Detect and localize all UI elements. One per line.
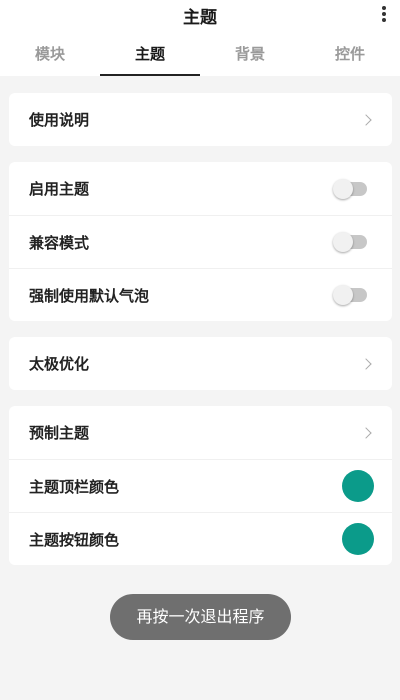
- topbar-color-label: 主题顶栏颜色: [29, 477, 120, 496]
- toggles-card: 启用主题 兼容模式 强制使用默认气泡: [9, 162, 392, 321]
- tab-modules[interactable]: 模块: [0, 30, 100, 76]
- topbar-color-swatch[interactable]: [342, 470, 374, 502]
- instructions-row[interactable]: 使用说明: [9, 93, 392, 146]
- taiji-optimize-row[interactable]: 太极优化: [9, 337, 392, 390]
- theme-card: 预制主题 主题顶栏颜色 主题按钮颜色: [9, 406, 392, 565]
- enable-theme-label: 启用主题: [29, 180, 90, 198]
- app-bar: 主题: [0, 0, 400, 30]
- switch-knob: [333, 285, 353, 305]
- preset-theme-label: 预制主题: [29, 424, 90, 442]
- force-default-bubble-switch[interactable]: [333, 285, 367, 305]
- tab-background[interactable]: 背景: [200, 30, 300, 76]
- button-color-swatch[interactable]: [342, 523, 374, 555]
- page-title: 主题: [183, 8, 217, 28]
- instructions-label: 使用说明: [29, 111, 90, 129]
- chevron-right-icon: [360, 426, 372, 439]
- topbar-color-row[interactable]: 主题顶栏颜色: [9, 459, 392, 512]
- switch-knob: [333, 178, 353, 199]
- chevron-right-icon: [360, 357, 372, 370]
- tab-controls[interactable]: 控件: [300, 30, 400, 76]
- switch-knob: [333, 232, 353, 252]
- compat-mode-switch[interactable]: [333, 232, 367, 252]
- enable-theme-row: 启用主题: [9, 162, 392, 215]
- compat-mode-label: 兼容模式: [29, 233, 90, 252]
- taiji-card: 太极优化: [9, 337, 392, 390]
- compat-mode-row: 兼容模式: [9, 215, 392, 268]
- preset-theme-row[interactable]: 预制主题: [9, 406, 392, 459]
- chevron-right-icon: [360, 113, 372, 126]
- enable-theme-switch[interactable]: [333, 178, 367, 199]
- force-default-bubble-label: 强制使用默认气泡: [29, 286, 150, 305]
- tab-bar: 模块 主题 背景 控件: [0, 30, 400, 76]
- exit-toast: 再按一次退出程序: [110, 594, 291, 640]
- taiji-optimize-label: 太极优化: [29, 355, 90, 373]
- button-color-row[interactable]: 主题按钮颜色: [9, 512, 392, 565]
- tab-theme[interactable]: 主题: [100, 30, 200, 76]
- force-default-bubble-row: 强制使用默认气泡: [9, 268, 392, 321]
- button-color-label: 主题按钮颜色: [29, 530, 120, 549]
- more-vertical-icon[interactable]: [380, 4, 388, 24]
- instructions-card: 使用说明: [9, 93, 392, 146]
